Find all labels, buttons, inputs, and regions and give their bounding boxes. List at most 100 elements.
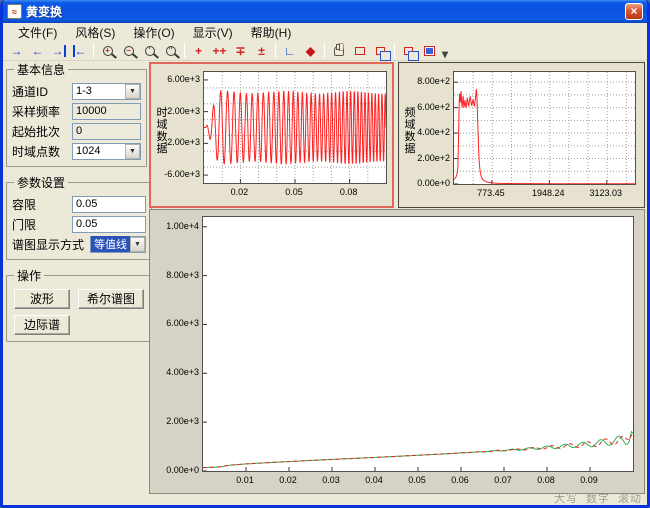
toolbar-separator	[184, 43, 185, 58]
cursor-peak-icon: ∓	[235, 45, 245, 57]
group-basic-info: 基本信息 通道ID 1-3 ▼ 采样频率 起始批次	[6, 61, 147, 167]
chevron-down-icon[interactable]: ▼	[125, 144, 140, 159]
menu-operate[interactable]: 操作(O)	[124, 23, 183, 42]
time-points-select[interactable]: 1024 ▼	[72, 143, 141, 160]
time-domain-plot[interactable]	[203, 71, 387, 184]
drag-curve-icon	[376, 47, 385, 55]
waveform-button[interactable]: 波形	[14, 289, 70, 309]
y-tick-label: 6.00e+2	[406, 102, 450, 112]
zoom-previous-icon[interactable]: ''	[161, 42, 180, 59]
menu-file[interactable]: 文件(F)	[9, 23, 66, 42]
display-mode-label: 谱图显示方式	[12, 236, 90, 253]
start-batch-label: 起始批次	[12, 123, 72, 140]
y-tick-label: -6.00e+3	[156, 169, 200, 179]
y-tick-label: 6.00e+3	[156, 74, 200, 84]
cursor-double-icon[interactable]: ++	[210, 42, 229, 59]
window-layout-icon[interactable]	[420, 42, 439, 59]
x-tick-label: 0.04	[357, 475, 391, 485]
threshold-field[interactable]	[73, 217, 145, 232]
marginal-spectrum-button[interactable]: 边际谱	[14, 315, 70, 335]
select-region-icon[interactable]	[350, 42, 369, 59]
sample-rate-field[interactable]	[73, 104, 140, 119]
cursor-valley-icon[interactable]: ±	[252, 42, 271, 59]
app-window: ≈ 黄变换 × 文件(F)风格(S)操作(O)显示(V)帮助(H) →←→←+−…	[0, 0, 650, 508]
status-indicator: 大写	[554, 493, 578, 505]
window-title: 黄变换	[26, 3, 625, 20]
toolbar-overflow-icon[interactable]: ▾	[442, 48, 448, 60]
threshold-label: 门限	[12, 216, 72, 233]
sample-rate-label: 采样频率	[12, 103, 72, 120]
y-tick-label: 8.00e+2	[406, 76, 450, 86]
cursor-peak-icon[interactable]: ∓	[231, 42, 250, 59]
x-tick-label: 0.01	[228, 475, 262, 485]
go-end-icon: →	[52, 45, 66, 57]
step-forward-icon[interactable]: →	[7, 42, 26, 59]
menu-style[interactable]: 风格(S)	[66, 23, 124, 42]
title-bar[interactable]: ≈ 黄变换 ×	[3, 0, 647, 23]
sample-rate-field-wrap	[72, 103, 141, 120]
hilbert-result-plot[interactable]	[202, 216, 634, 472]
menu-view[interactable]: 显示(V)	[184, 23, 242, 42]
chevron-down-icon[interactable]: ▼	[125, 84, 140, 99]
zoom-in-icon[interactable]: +	[98, 42, 117, 59]
time-domain-chart[interactable]: 时域数据 0.020.050.086.00e+32.00e+3-2.00e+3-…	[149, 62, 394, 208]
menu-bar: 文件(F)风格(S)操作(O)显示(V)帮助(H)	[3, 23, 647, 41]
copy-window-icon[interactable]	[399, 42, 418, 59]
y-tick-label: 2.00e+2	[406, 153, 450, 163]
zoom-out-icon[interactable]: −	[119, 42, 138, 59]
tolerance-field[interactable]	[73, 197, 145, 212]
hilbert-result-chart[interactable]: 0.010.020.030.040.050.060.070.080.091.00…	[149, 209, 645, 494]
toolbar-separator	[93, 43, 94, 58]
go-end-icon[interactable]: →	[49, 42, 68, 59]
group-actions-title: 操作	[14, 267, 44, 284]
time-points-value: 1024	[73, 145, 125, 157]
time-points-label: 时域点数	[12, 143, 72, 160]
y-tick-label: 0.00e+0	[155, 465, 199, 475]
channel-id-select[interactable]: 1-3 ▼	[72, 83, 141, 100]
cursor-single-icon[interactable]: +	[189, 42, 208, 59]
marker-icon[interactable]: ◆	[301, 42, 320, 59]
zoom-out-icon: −	[124, 46, 134, 56]
go-start-icon: ←	[73, 45, 87, 57]
drag-curve-icon[interactable]	[371, 42, 390, 59]
x-tick-label: 0.08	[332, 187, 366, 197]
status-indicator: 滚动	[618, 493, 642, 505]
close-button[interactable]: ×	[625, 3, 643, 20]
start-batch-field[interactable]	[73, 124, 140, 139]
display-mode-select[interactable]: 等值线 ▼	[90, 236, 146, 253]
go-start-icon[interactable]: ←	[70, 42, 89, 59]
y-tick-label: 6.00e+3	[155, 318, 199, 328]
group-basic-info-title: 基本信息	[14, 61, 68, 78]
freq-domain-plot[interactable]	[453, 71, 636, 185]
step-back-icon: ←	[32, 45, 44, 57]
x-tick-label: 1948.24	[531, 188, 565, 198]
axes-setup-icon[interactable]: ∟	[280, 42, 299, 59]
hilbert-spectrum-button[interactable]: 希尔谱图	[78, 289, 144, 309]
copy-window-icon	[404, 47, 413, 55]
zoom-restore-icon[interactable]: '	[140, 42, 159, 59]
marker-icon: ◆	[306, 45, 315, 57]
channel-id-label: 通道ID	[12, 83, 72, 100]
chevron-down-icon[interactable]: ▼	[130, 237, 145, 252]
y-tick-label: 2.00e+3	[155, 416, 199, 426]
x-tick-label: 0.03	[314, 475, 348, 485]
group-params: 参数设置 容限 门限 谱图显示方式 等值线	[6, 174, 152, 260]
client-area: 基本信息 通道ID 1-3 ▼ 采样频率 起始批次	[3, 61, 647, 505]
freq-domain-canvas	[454, 72, 635, 184]
x-tick-label: 0.02	[222, 187, 256, 197]
y-tick-label: 4.00e+3	[155, 367, 199, 377]
step-back-icon[interactable]: ←	[28, 42, 47, 59]
x-tick-label: 0.06	[443, 475, 477, 485]
x-tick-label: 0.05	[277, 187, 311, 197]
group-params-title: 参数设置	[14, 174, 68, 191]
x-tick-label: 3123.03	[589, 188, 623, 198]
y-tick-label: -2.00e+3	[156, 137, 200, 147]
x-tick-label: 0.02	[271, 475, 305, 485]
group-actions: 操作 波形 希尔谱图 边际谱	[6, 267, 150, 342]
menu-help[interactable]: 帮助(H)	[242, 23, 301, 42]
x-tick-label: 0.09	[572, 475, 606, 485]
status-indicator: 数字	[586, 493, 610, 505]
start-batch-field-wrap	[72, 123, 141, 140]
pan-hand-icon[interactable]	[329, 42, 348, 59]
freq-domain-chart[interactable]: 频域数据 773.451948.243123.038.00e+26.00e+24…	[398, 62, 645, 208]
